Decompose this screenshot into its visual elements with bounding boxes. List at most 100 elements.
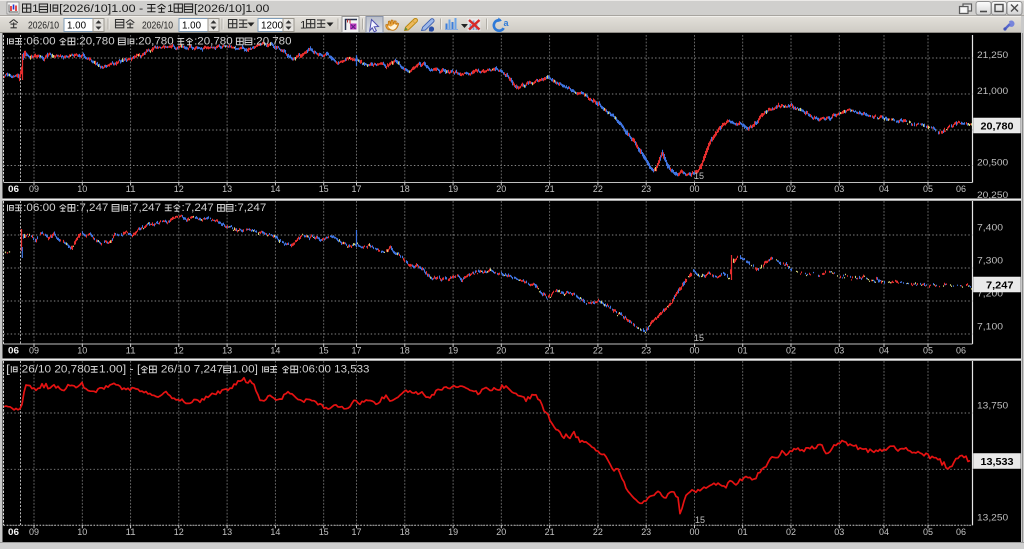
svg-text:20: 20 [496,527,506,538]
svg-text:00: 00 [690,346,700,357]
svg-text:2026/10: 2026/10 [28,20,59,32]
svg-text::20,780: :20,780 [194,36,236,48]
svg-text:03: 03 [834,346,844,357]
svg-text:10: 10 [77,184,87,195]
svg-text:05: 05 [923,346,933,357]
svg-text:06: 06 [8,184,19,195]
svg-text::7,247: :7,247 [76,202,112,214]
svg-text:13: 13 [222,346,232,357]
svg-text:21: 21 [545,346,555,357]
svg-text:12: 12 [174,184,184,195]
svg-text:15: 15 [695,515,705,525]
svg-text::20,780: :20,780 [253,36,292,48]
svg-text:21: 21 [545,184,555,195]
svg-text:00: 00 [690,184,700,195]
svg-text:1.00: 1.00 [182,19,201,31]
svg-text:13: 13 [222,184,232,195]
svg-text:22: 22 [593,184,603,195]
svg-text:20: 20 [496,184,506,195]
svg-text:21,250: 21,250 [977,50,1008,61]
svg-text:01: 01 [738,184,748,195]
svg-text:15: 15 [319,527,329,538]
svg-text:26/10 7,247: 26/10 7,247 [158,364,224,376]
svg-text:17: 17 [352,346,362,357]
svg-text:14: 14 [270,527,280,538]
svg-text::20,780: :20,780 [76,36,118,48]
svg-text::20,780: :20,780 [135,36,177,48]
svg-text:04: 04 [879,527,889,538]
svg-text:10: 10 [77,527,87,538]
svg-text:06: 06 [8,527,19,538]
svg-text:1.00]: 1.00] [232,364,261,376]
svg-text:15: 15 [319,346,329,357]
svg-text:10: 10 [77,346,87,357]
svg-text:09: 09 [29,346,39,357]
svg-text:23: 23 [641,346,651,357]
svg-text:15: 15 [694,333,704,343]
svg-text:1.00: 1.00 [67,19,86,31]
svg-text:18: 18 [400,527,410,538]
svg-text:[2026/10]1.00 -: [2026/10]1.00 - [59,3,147,15]
svg-text:02: 02 [786,527,796,538]
svg-text:18: 18 [400,184,410,195]
svg-text:11: 11 [126,184,136,195]
svg-text:06: 06 [956,184,966,195]
svg-text:7,100: 7,100 [977,321,1003,332]
svg-text:05: 05 [923,184,933,195]
svg-text:14: 14 [270,184,280,195]
svg-text::7,247: :7,247 [182,202,218,214]
svg-text:00: 00 [690,527,700,538]
svg-text:1200: 1200 [261,19,283,31]
svg-text:01: 01 [738,346,748,357]
svg-text:11: 11 [126,346,136,357]
svg-text:18: 18 [400,346,410,357]
svg-text:7,300: 7,300 [977,255,1003,266]
svg-text:21: 21 [545,527,555,538]
svg-text:05: 05 [923,527,933,538]
svg-text::7,247: :7,247 [129,202,165,214]
svg-text:09: 09 [29,527,39,538]
svg-text:12: 12 [174,527,184,538]
svg-text:17: 17 [352,527,362,538]
svg-text:02: 02 [786,346,796,357]
svg-text:[: [ [6,364,10,376]
svg-text:20,500: 20,500 [977,157,1008,168]
svg-text:04: 04 [879,184,889,195]
svg-text:22: 22 [593,346,603,357]
svg-text:19: 19 [448,527,458,538]
svg-text:26/10 20,780: 26/10 20,780 [18,364,90,376]
svg-text:23: 23 [641,184,651,195]
svg-text:20: 20 [496,346,506,357]
svg-text::06:00: :06:00 [23,202,59,214]
svg-text:01: 01 [738,527,748,538]
svg-text:7,247: 7,247 [986,280,1014,291]
svg-text:06: 06 [956,527,966,538]
svg-text:1.00] - [: 1.00] - [ [99,364,141,376]
svg-text:1: 1 [32,3,39,15]
svg-text:21,000: 21,000 [977,86,1008,97]
svg-text:22: 22 [593,527,603,538]
svg-text:20,780: 20,780 [981,121,1014,132]
svg-text:19: 19 [448,346,458,357]
svg-text:12: 12 [174,346,184,357]
svg-text:1: 1 [300,20,307,32]
svg-text:23: 23 [641,527,651,538]
svg-text::06:00: :06:00 [23,36,59,48]
svg-text:09: 09 [29,184,39,195]
svg-text:11: 11 [126,527,136,538]
svg-text:15: 15 [694,171,704,181]
svg-text:13,750: 13,750 [977,400,1008,411]
svg-text::06:00 13,533: :06:00 13,533 [299,364,370,376]
svg-text::7,247: :7,247 [234,202,266,214]
svg-text:06: 06 [8,346,19,357]
svg-text:1: 1 [167,3,174,15]
svg-text:17: 17 [352,184,362,195]
svg-text:04: 04 [879,346,889,357]
svg-text:13,250: 13,250 [977,512,1008,523]
svg-text:13: 13 [222,527,232,538]
svg-text:03: 03 [834,527,844,538]
svg-text:13,533: 13,533 [981,457,1014,468]
svg-text:15: 15 [319,184,329,195]
svg-text:2026/10: 2026/10 [142,20,173,32]
svg-text:06: 06 [956,346,966,357]
